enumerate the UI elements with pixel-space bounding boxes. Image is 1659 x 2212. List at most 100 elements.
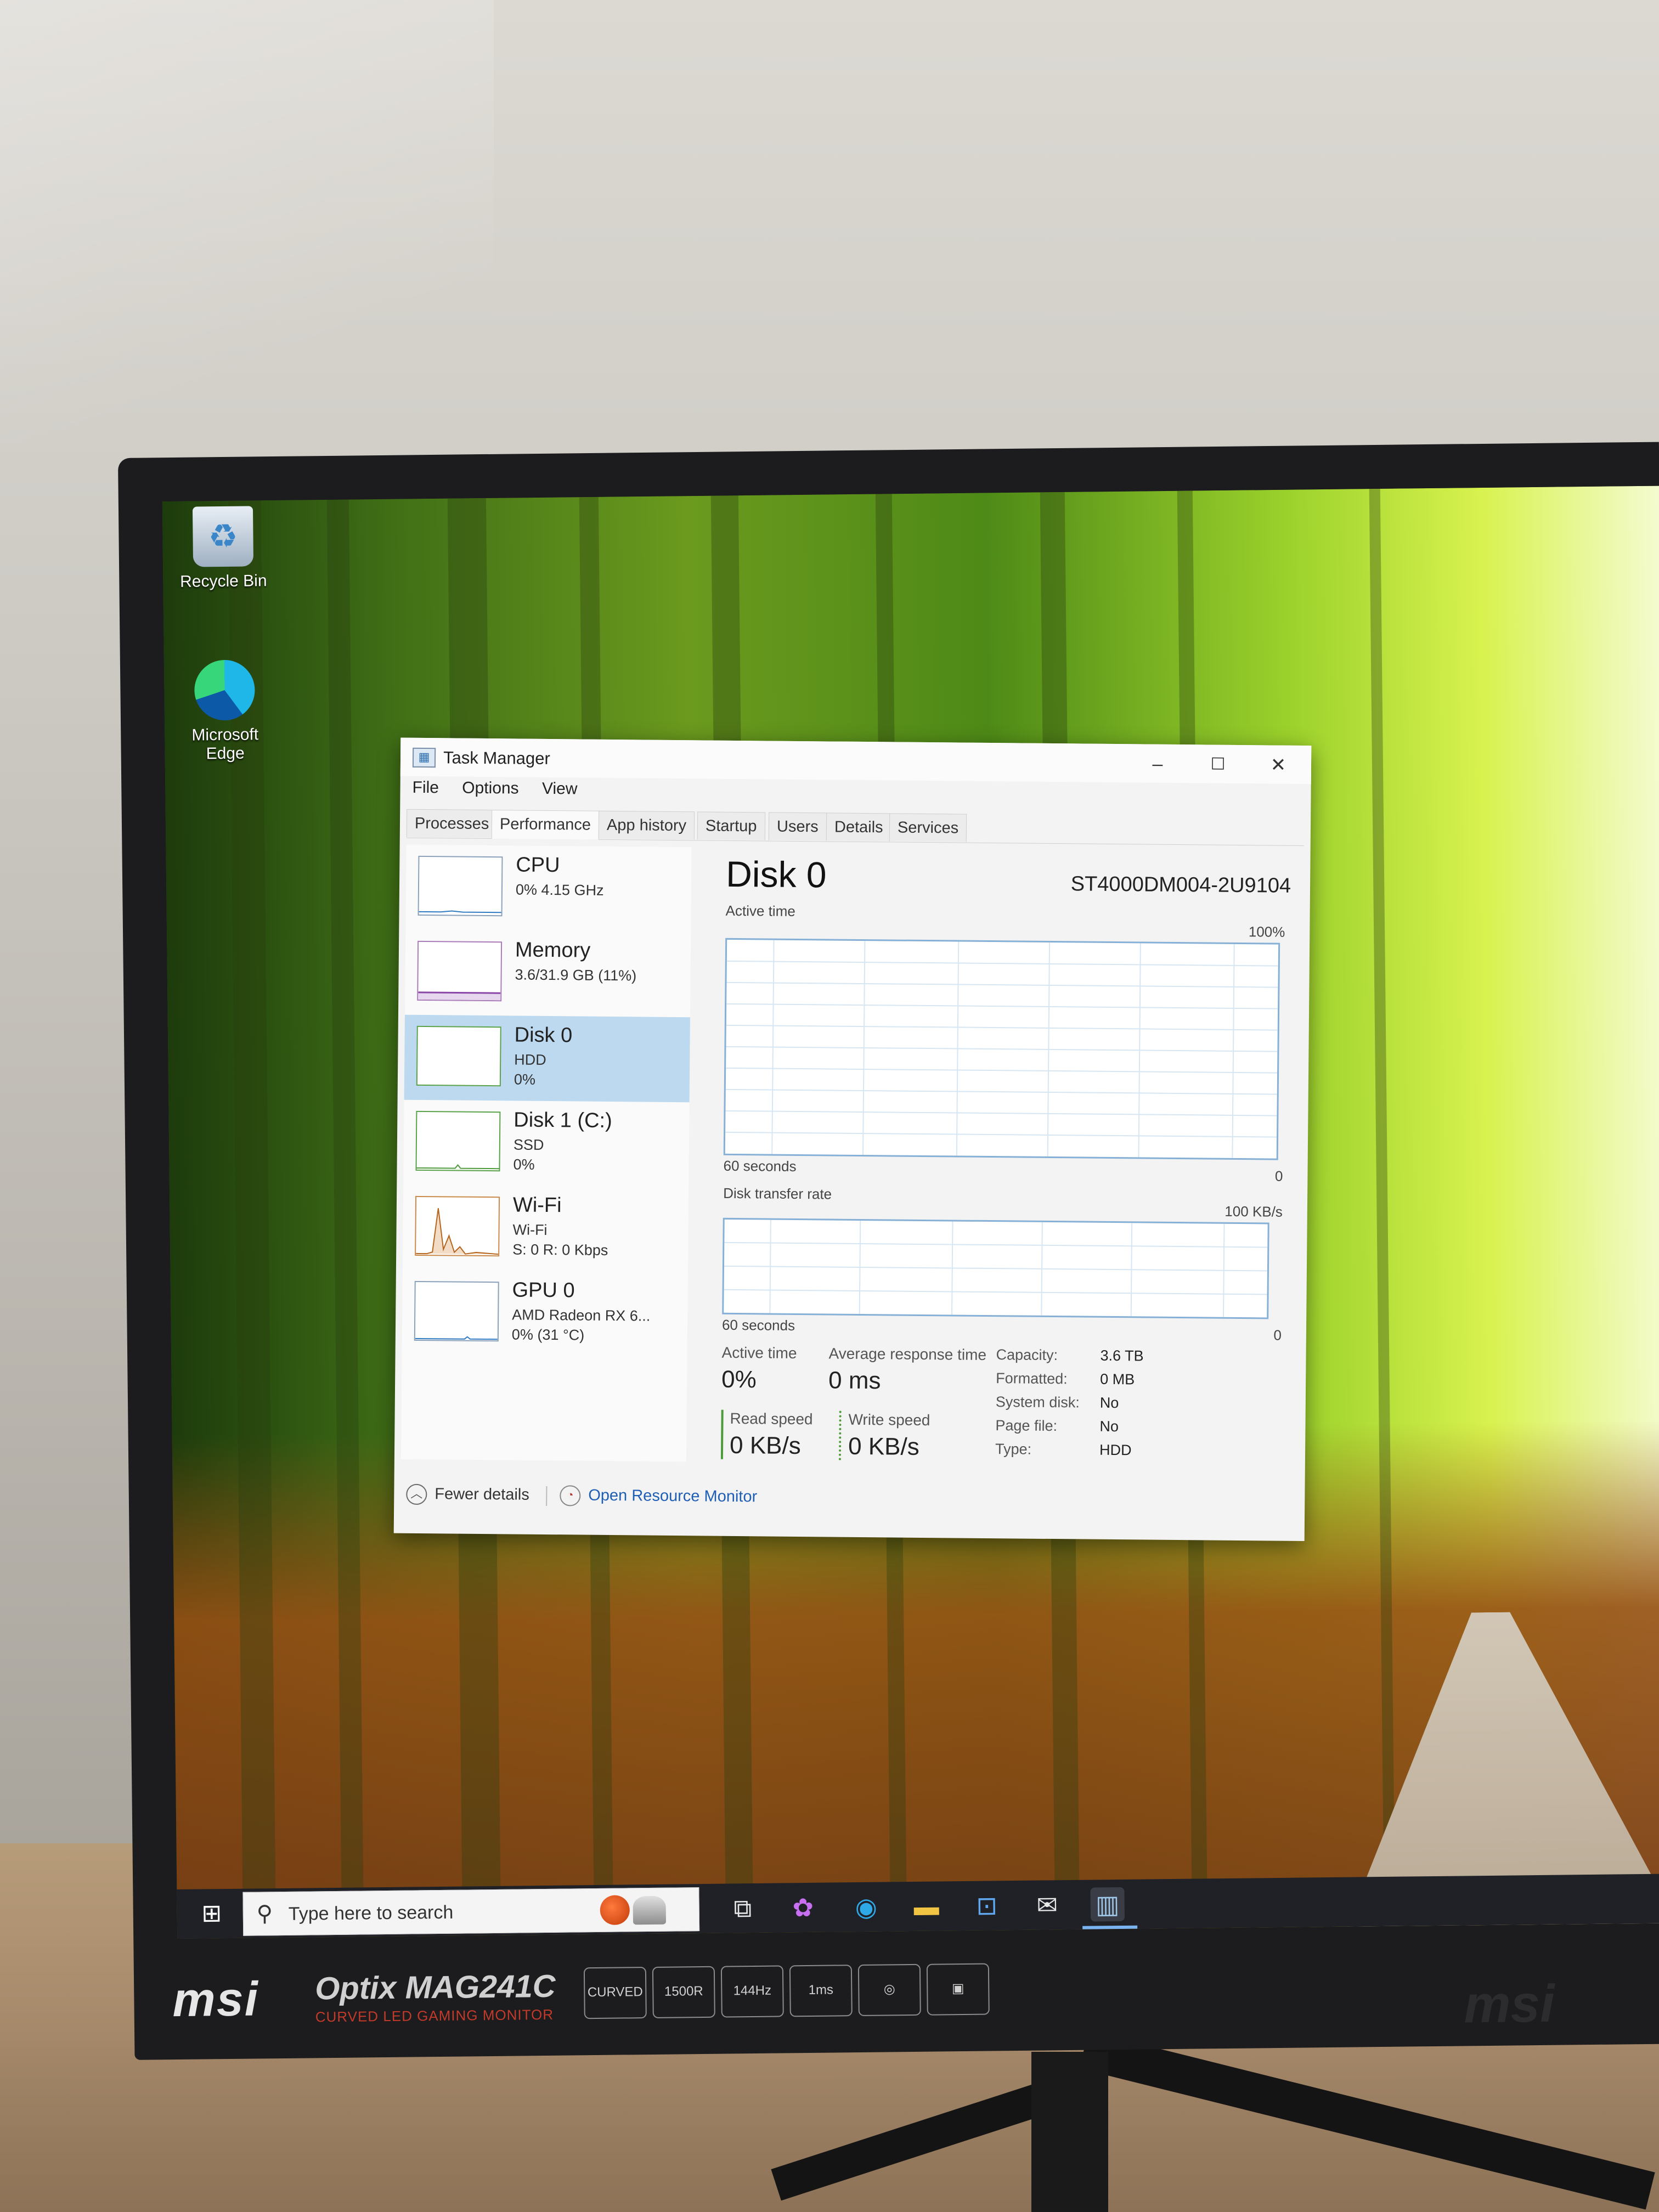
title-bar[interactable]: ▦ Task Manager – ☐ ✕	[400, 737, 1312, 785]
sidebar-item-cpu[interactable]: CPU 0% 4.15 GHz	[405, 845, 691, 933]
screen: Recycle Bin Microsoft Edge ▦ Task Manage…	[162, 486, 1659, 1939]
stat-write-speed-label: Write speed	[848, 1410, 930, 1429]
sidebar-item-memory[interactable]: Memory 3.6/31.9 GB (11%)	[405, 930, 691, 1018]
feature-badge-freesync-icon: ◎	[857, 1963, 921, 2017]
feature-badge-curved: CURVED	[583, 1967, 647, 2019]
sidebar-item-wifi[interactable]: Wi-Fi Wi-Fi S: 0 R: 0 Kbps	[403, 1185, 689, 1273]
transfer-rate-graph	[722, 1217, 1269, 1319]
prop-capacity-label: Capacity:	[996, 1346, 1058, 1364]
prop-page-file-label: Page file:	[995, 1417, 1058, 1435]
edge-icon	[194, 659, 256, 721]
windows-start-icon[interactable]: ⊞	[199, 1900, 224, 1927]
msi-logo-embossed: msi	[1463, 1974, 1555, 2034]
sidebar-item-detail: 3.6/31.9 GB (11%)	[515, 966, 637, 984]
monitor-stand	[1031, 2052, 1108, 2212]
stat-avg-response-label: Average response time	[828, 1345, 987, 1363]
stat-read-speed-value: 0 KB/s	[729, 1431, 801, 1460]
monitor-model: Optix MAG241C	[314, 1968, 556, 2007]
tab-app-history[interactable]: App history	[598, 810, 695, 840]
tab-processes[interactable]: Processes	[406, 809, 498, 838]
cpu-thumbnail-graph	[417, 855, 503, 917]
monitor-model-subtitle: CURVED LED GAMING MONITOR	[315, 2006, 554, 2025]
window-footer: ︿ Fewer details ◔ Open Resource Monitor	[400, 1479, 757, 1511]
tab-services[interactable]: Services	[889, 813, 967, 842]
desktop-icon-edge[interactable]: Microsoft Edge	[170, 659, 280, 764]
sidebar-item-label: Disk 1 (C:)	[514, 1108, 612, 1133]
tab-performance[interactable]: Performance	[491, 810, 600, 840]
wifi-thumbnail-graph	[415, 1195, 500, 1257]
feature-badge-1500r: 1500R	[652, 1966, 715, 2018]
desktop-icon-label: Microsoft Edge	[191, 725, 259, 763]
sidebar-item-detail: Wi-Fi S: 0 R: 0 Kbps	[512, 1221, 608, 1259]
menu-file[interactable]: File	[412, 778, 439, 797]
feature-badge-gaming-osd-icon: ▣	[926, 1963, 990, 2016]
read-speed-legend	[720, 1409, 724, 1459]
feature-badge-144hz: 144Hz	[720, 1965, 784, 2018]
stat-active-time-label: Active time	[721, 1344, 797, 1362]
performance-sidebar: CPU 0% 4.15 GHz Memory 3.6/31.9 GB (11%)…	[400, 844, 692, 1462]
menu-view[interactable]: View	[542, 780, 578, 798]
close-button[interactable]: ✕	[1251, 749, 1306, 781]
mail-icon[interactable]: ✉	[1030, 1888, 1064, 1922]
feature-badge-1ms: 1ms	[789, 1965, 853, 2017]
open-resource-monitor-link[interactable]: Open Resource Monitor	[588, 1487, 757, 1506]
prop-system-disk-label: System disk:	[995, 1393, 1080, 1411]
store-icon[interactable]: ⊡	[969, 1888, 1004, 1923]
sidebar-item-gpu0[interactable]: GPU 0 AMD Radeon RX 6... 0% (31 °C)	[402, 1270, 688, 1358]
fewer-details-link[interactable]: Fewer details	[435, 1485, 529, 1504]
file-explorer-icon[interactable]: ▬	[909, 1889, 944, 1923]
sidebar-item-detail: SSD 0%	[513, 1136, 544, 1173]
sidebar-item-detail: HDD 0%	[514, 1051, 546, 1088]
taskbar-search-box[interactable]: ⚲	[242, 1887, 700, 1936]
monitor: Recycle Bin Microsoft Edge ▦ Task Manage…	[118, 442, 1659, 2060]
recycle-bin-icon	[192, 506, 254, 567]
prop-type-label: Type:	[995, 1441, 1032, 1458]
basketball-icon[interactable]	[600, 1895, 630, 1925]
active-time-graph-label: Active time	[725, 902, 795, 919]
task-view-icon[interactable]: ⧉	[725, 1891, 760, 1926]
msi-logo: msi	[172, 1971, 259, 2027]
search-input[interactable]	[287, 1897, 597, 1928]
disk-detail-pane: Disk 0 ST4000DM004-2U9104 Active time 10…	[710, 848, 1297, 1467]
search-highlight-icon	[633, 1895, 667, 1925]
edge-taskbar-icon[interactable]: ◉	[849, 1890, 883, 1925]
tab-users[interactable]: Users	[768, 812, 827, 841]
task-manager-taskbar-icon[interactable]: ▥	[1090, 1887, 1125, 1922]
menu-options[interactable]: Options	[462, 779, 519, 798]
monitor-bezel: msi Optix MAG241C CURVED LED GAMING MONI…	[133, 1934, 1659, 2059]
desktop-icon-label: Recycle Bin	[179, 572, 267, 591]
sidebar-item-label: Wi-Fi	[512, 1193, 562, 1217]
stat-write-speed-value: 0 KB/s	[848, 1432, 919, 1460]
chevron-up-icon[interactable]: ︿	[406, 1483, 427, 1505]
active-app-indicator	[1082, 1925, 1138, 1929]
menu-bar: File Options View	[412, 778, 596, 804]
sidebar-item-label: GPU 0	[512, 1278, 575, 1302]
resource-monitor-icon: ◔	[560, 1485, 581, 1506]
tab-details[interactable]: Details	[826, 812, 891, 842]
sidebar-item-detail: AMD Radeon RX 6... 0% (31 °C)	[511, 1306, 651, 1344]
window-title: Task Manager	[443, 748, 550, 769]
task-manager-window[interactable]: ▦ Task Manager – ☐ ✕ File Options View P…	[393, 737, 1312, 1542]
minimize-button[interactable]: –	[1130, 748, 1185, 780]
graph2-time-label: 60 seconds	[721, 1316, 795, 1334]
gpu-thumbnail-graph	[414, 1280, 499, 1342]
graph1-min-label: 0	[1274, 1167, 1283, 1184]
prop-system-disk-value: No	[1099, 1394, 1119, 1412]
sidebar-item-detail: 0% 4.15 GHz	[515, 881, 604, 899]
prop-type-value: HDD	[1099, 1441, 1132, 1459]
prop-formatted-value: 0 MB	[1100, 1370, 1135, 1388]
graph2-min-label: 0	[1273, 1327, 1282, 1344]
sidebar-item-disk1[interactable]: Disk 1 (C:) SSD 0%	[403, 1100, 689, 1188]
stat-active-time-value: 0%	[721, 1365, 757, 1393]
graph1-time-label: 60 seconds	[723, 1157, 797, 1175]
copilot-icon[interactable]: ✿	[786, 1891, 820, 1925]
stat-read-speed-label: Read speed	[730, 1409, 813, 1428]
disk1-thumbnail-graph	[415, 1110, 501, 1172]
maximize-button[interactable]: ☐	[1190, 749, 1245, 780]
tab-startup[interactable]: Startup	[697, 811, 765, 840]
sidebar-item-label: Disk 0	[514, 1023, 573, 1047]
desktop-icon-recycle-bin[interactable]: Recycle Bin	[168, 506, 279, 591]
transfer-rate-max-label: 100 KB/s	[1224, 1203, 1283, 1220]
disk-title: Disk 0	[725, 853, 827, 895]
sidebar-item-disk0[interactable]: Disk 0 HDD 0%	[404, 1014, 690, 1103]
